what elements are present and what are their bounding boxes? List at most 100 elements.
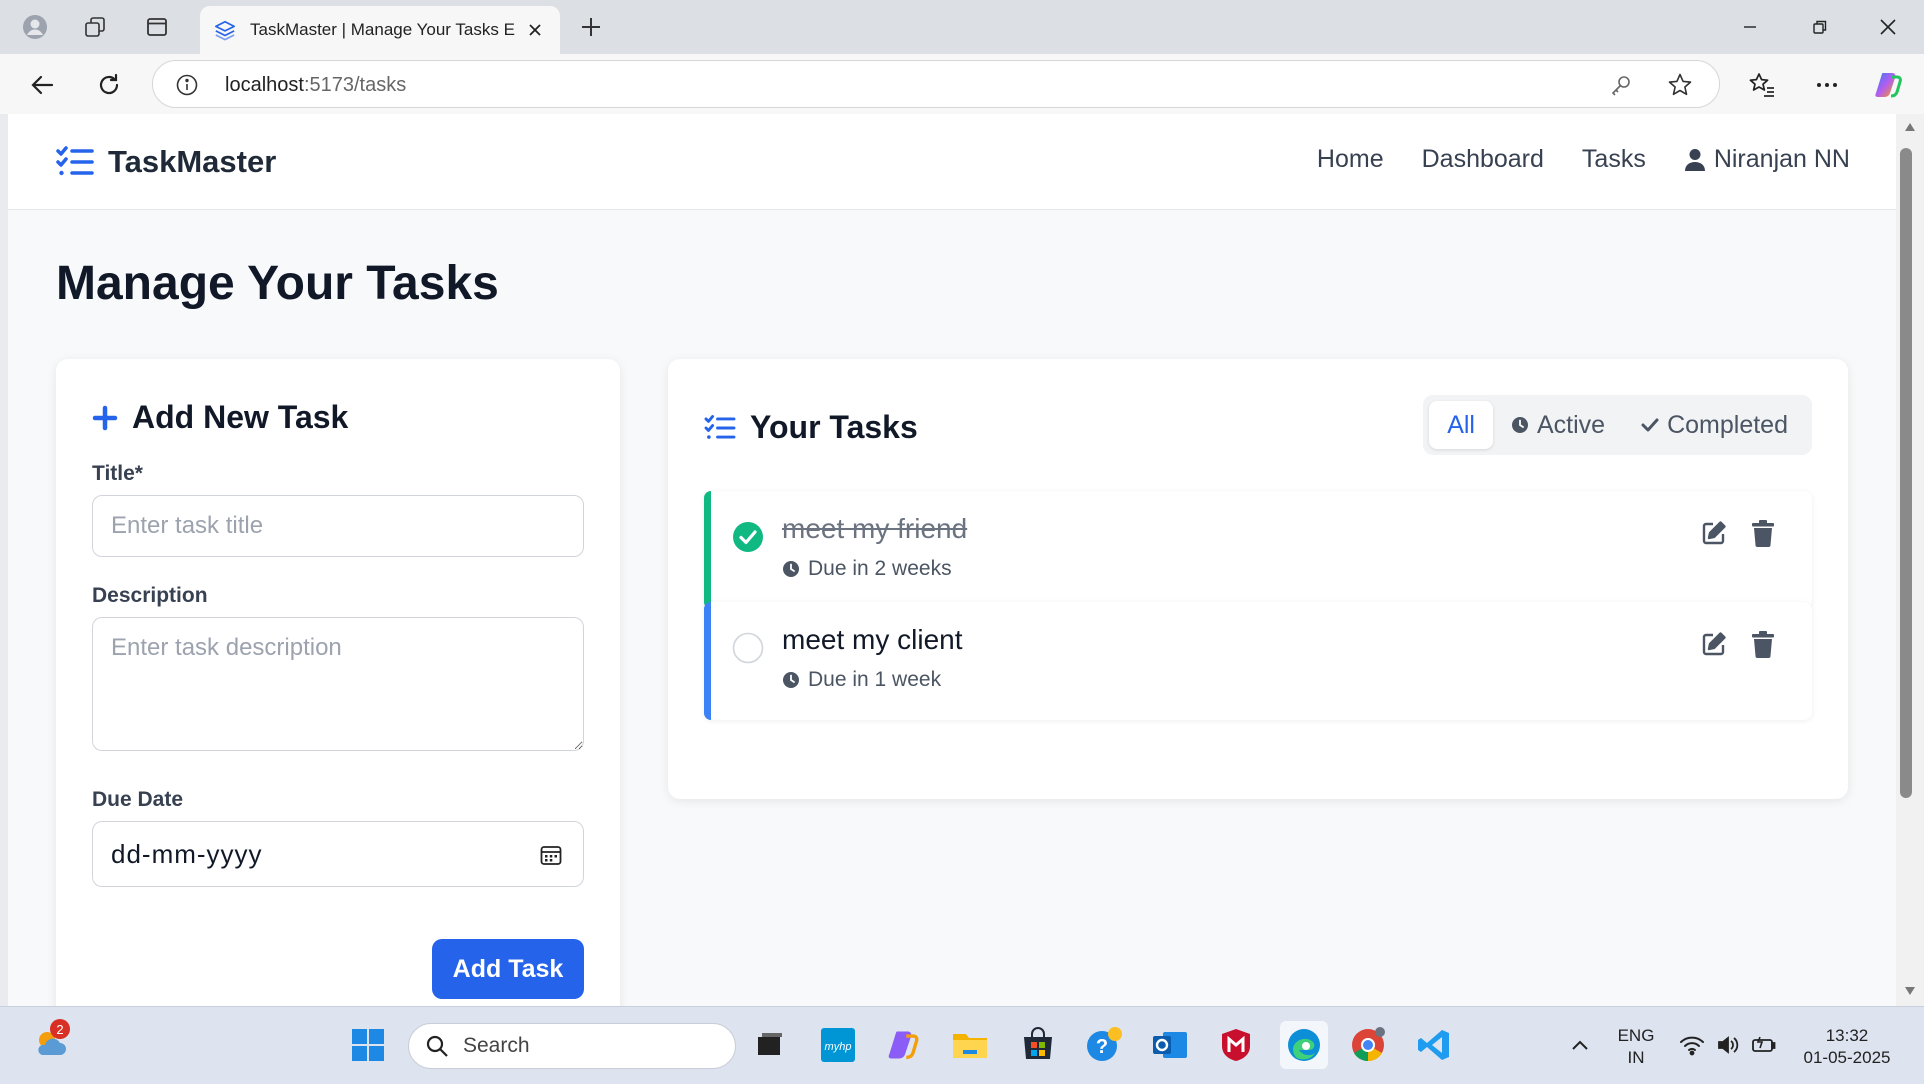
- wifi-icon[interactable]: [1672, 1025, 1712, 1065]
- edge-browser-icon[interactable]: [1280, 1021, 1328, 1069]
- copilot-app-icon[interactable]: [884, 1025, 924, 1065]
- browser-toolbar: localhost:5173/tasks: [0, 54, 1924, 114]
- back-arrow-icon[interactable]: [26, 68, 60, 102]
- due-date-input[interactable]: dd-mm-yyyy: [92, 821, 584, 887]
- os-taskbar: 2 Search myhp ? ENG IN 13:32 01-05-2025: [0, 1006, 1924, 1084]
- filter-active[interactable]: Active: [1493, 401, 1623, 449]
- language-indicator[interactable]: ENG IN: [1612, 1025, 1660, 1069]
- main-nav: Home Dashboard Tasks Niranjan NN: [1317, 145, 1850, 174]
- browser-tab-active[interactable]: TaskMaster | Manage Your Tasks E: [200, 6, 560, 54]
- filter-all-label: All: [1447, 410, 1475, 439]
- volume-icon[interactable]: [1708, 1025, 1748, 1065]
- task-due: Due in 1 week: [782, 668, 941, 692]
- user-name: Niranjan NN: [1713, 145, 1850, 173]
- clock-icon: [782, 671, 800, 689]
- address-bar[interactable]: localhost:5173/tasks: [152, 60, 1720, 108]
- scroll-up-arrow-icon[interactable]: [1904, 122, 1916, 132]
- user-icon: [1684, 148, 1706, 172]
- task-complete-checkbox[interactable]: [732, 632, 764, 664]
- windows-start-icon[interactable]: [348, 1025, 388, 1065]
- add-task-heading: Add New Task: [92, 399, 348, 436]
- page-title: Manage Your Tasks: [56, 257, 499, 310]
- your-tasks-heading-text: Your Tasks: [750, 409, 918, 445]
- trash-icon[interactable]: [1750, 519, 1776, 547]
- layers-favicon-icon: [214, 19, 236, 41]
- nav-tasks[interactable]: Tasks: [1582, 145, 1646, 174]
- filter-completed-label: Completed: [1667, 410, 1788, 439]
- restore-icon[interactable]: [1800, 12, 1840, 42]
- clock[interactable]: 13:32 01-05-2025: [1792, 1025, 1902, 1069]
- due-date-placeholder: dd-mm-yyyy: [111, 839, 263, 869]
- task-description-input[interactable]: [92, 617, 584, 751]
- more-options-icon[interactable]: [1810, 68, 1844, 102]
- scroll-down-arrow-icon[interactable]: [1904, 986, 1916, 996]
- task-actions: [1700, 519, 1776, 547]
- filter-all[interactable]: All: [1429, 401, 1493, 449]
- tab-close-icon[interactable]: [524, 19, 546, 41]
- tasks-list-icon: [56, 145, 94, 179]
- favorites-list-icon[interactable]: [1745, 68, 1779, 102]
- app-header: TaskMaster Home Dashboard Tasks Niranjan…: [8, 114, 1896, 210]
- favorite-star-icon[interactable]: [1667, 72, 1693, 98]
- filter-completed[interactable]: Completed: [1623, 401, 1806, 449]
- battery-icon[interactable]: [1744, 1025, 1784, 1065]
- add-task-heading-text: Add New Task: [132, 399, 349, 435]
- nav-home[interactable]: Home: [1317, 145, 1384, 174]
- task-item[interactable]: meet my friend Due in 2 weeks: [704, 491, 1812, 609]
- site-info-icon[interactable]: [175, 73, 199, 97]
- copilot-icon[interactable]: [1872, 68, 1906, 102]
- search-icon: [425, 1034, 449, 1058]
- task-due: Due in 2 weeks: [782, 557, 952, 581]
- task-filter-group: All Active Completed: [1423, 395, 1812, 455]
- nav-dashboard[interactable]: Dashboard: [1422, 145, 1544, 174]
- tray-overflow-chevron-icon[interactable]: [1560, 1025, 1600, 1065]
- clock-time: 13:32: [1825, 1026, 1869, 1045]
- svg-text:?: ?: [1096, 1036, 1108, 1058]
- url-text: localhost:5173/tasks: [225, 74, 406, 97]
- myhp-app-icon[interactable]: myhp: [818, 1025, 858, 1065]
- mcafee-icon[interactable]: [1216, 1025, 1256, 1065]
- password-key-icon[interactable]: [1609, 73, 1633, 97]
- task-title: meet my friend: [782, 513, 968, 544]
- language-line-1: ENG: [1617, 1026, 1655, 1045]
- tab-title: TaskMaster | Manage Your Tasks E: [250, 20, 515, 39]
- edit-icon[interactable]: [1700, 630, 1728, 658]
- chrome-icon[interactable]: [1348, 1025, 1388, 1065]
- plus-icon: [92, 405, 118, 431]
- edit-icon[interactable]: [1700, 519, 1728, 547]
- task-title-input[interactable]: [92, 495, 584, 557]
- task-complete-checkbox[interactable]: [732, 521, 764, 553]
- brand[interactable]: TaskMaster: [56, 144, 276, 180]
- vscode-icon[interactable]: [1414, 1025, 1454, 1065]
- url-path: :5173/tasks: [303, 74, 407, 96]
- calendar-icon[interactable]: [539, 843, 563, 867]
- get-help-icon[interactable]: ?: [1084, 1025, 1124, 1065]
- close-window-icon[interactable]: [1868, 12, 1908, 42]
- file-explorer-icon[interactable]: [950, 1025, 990, 1065]
- scrollbar-thumb[interactable]: [1900, 148, 1912, 798]
- microsoft-store-icon[interactable]: [1018, 1025, 1058, 1065]
- profile-icon[interactable]: [20, 12, 50, 42]
- minimize-icon[interactable]: [1730, 12, 1770, 42]
- task-title: meet my client: [782, 624, 963, 655]
- clock-icon: [782, 560, 800, 578]
- new-tab-icon[interactable]: [576, 12, 606, 42]
- workspaces-icon[interactable]: [80, 12, 110, 42]
- brand-name: TaskMaster: [108, 144, 277, 179]
- task-item[interactable]: meet my client Due in 1 week: [704, 602, 1812, 720]
- task-view-icon[interactable]: [750, 1025, 790, 1065]
- tab-actions-icon[interactable]: [142, 12, 172, 42]
- add-task-button[interactable]: Add Task: [432, 939, 584, 999]
- svg-text:myhp: myhp: [825, 1041, 852, 1053]
- outlook-icon[interactable]: [1150, 1025, 1190, 1065]
- filter-active-label: Active: [1537, 410, 1606, 439]
- task-actions: [1700, 630, 1776, 658]
- tasks-list-icon: [704, 414, 736, 442]
- taskbar-search[interactable]: Search: [408, 1023, 736, 1069]
- refresh-icon[interactable]: [92, 68, 126, 102]
- add-task-card: Add New Task Title* Description Due Date…: [56, 359, 620, 1006]
- url-host: localhost: [225, 74, 304, 96]
- task-status-stripe: [704, 602, 711, 720]
- trash-icon[interactable]: [1750, 630, 1776, 658]
- user-menu[interactable]: Niranjan NN: [1684, 145, 1850, 174]
